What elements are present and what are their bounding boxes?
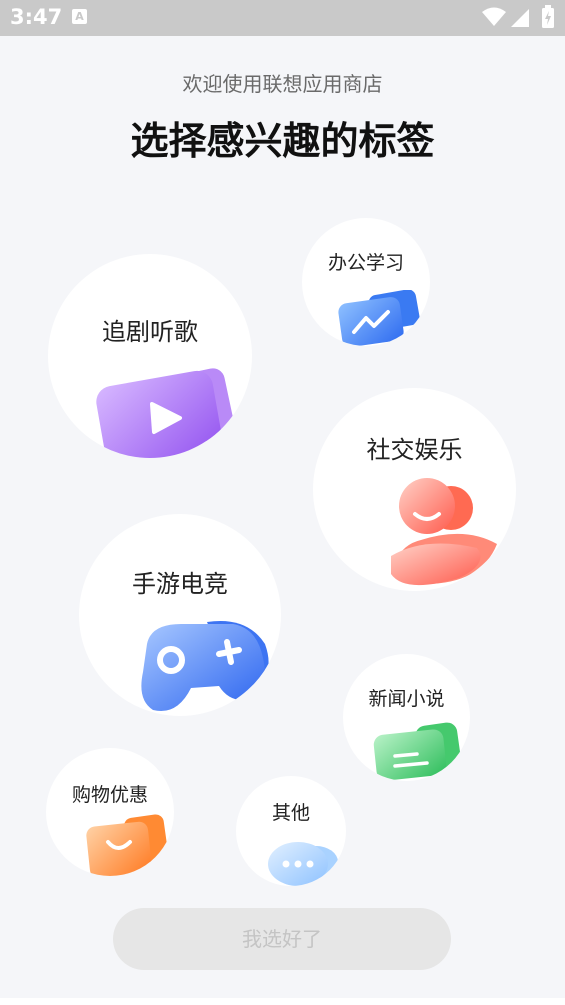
signal-icon	[511, 9, 529, 27]
tag-drama-music-label: 追剧听歌	[102, 318, 198, 346]
page-title: 选择感兴趣的标签	[130, 119, 435, 163]
tag-drama-music[interactable]: 追剧听歌	[48, 254, 252, 458]
navigation-bar	[0, 998, 565, 1005]
tag-office-study-label: 办公学习	[327, 252, 404, 274]
newspaper-icon	[373, 722, 461, 781]
tag-other-label: 其他	[271, 802, 310, 824]
shopping-bag-icon	[86, 814, 168, 876]
tag-games-esports[interactable]: 手游电竞	[79, 514, 281, 716]
battery-icon	[542, 5, 554, 28]
status-time: 3:47	[10, 5, 63, 29]
tag-games-esports-label: 手游电竞	[132, 570, 228, 598]
tag-social-entertainment[interactable]: 社交娱乐	[313, 388, 516, 591]
confirm-selection-button[interactable]: 我选好了	[113, 908, 451, 970]
gamepad-icon	[141, 620, 269, 712]
tag-shopping-deals-label: 购物优惠	[71, 784, 148, 806]
chart-trend-icon	[338, 290, 420, 346]
people-icon	[391, 478, 497, 586]
wifi-icon	[482, 7, 506, 26]
chat-bubble-icon	[268, 842, 338, 886]
tag-news-novels[interactable]: 新闻小说	[343, 654, 470, 781]
status-bar: 3:47 A	[0, 0, 565, 36]
notification-a-icon: A	[72, 9, 87, 24]
video-play-icon	[96, 368, 235, 458]
tag-social-entertainment-label: 社交娱乐	[366, 436, 463, 464]
tag-other[interactable]: 其他	[236, 776, 346, 886]
welcome-text: 欢迎使用联想应用商店	[182, 72, 383, 96]
tag-news-novels-label: 新闻小说	[368, 688, 445, 710]
tag-shopping-deals[interactable]: 购物优惠	[46, 748, 174, 876]
tag-office-study[interactable]: 办公学习	[302, 218, 430, 346]
